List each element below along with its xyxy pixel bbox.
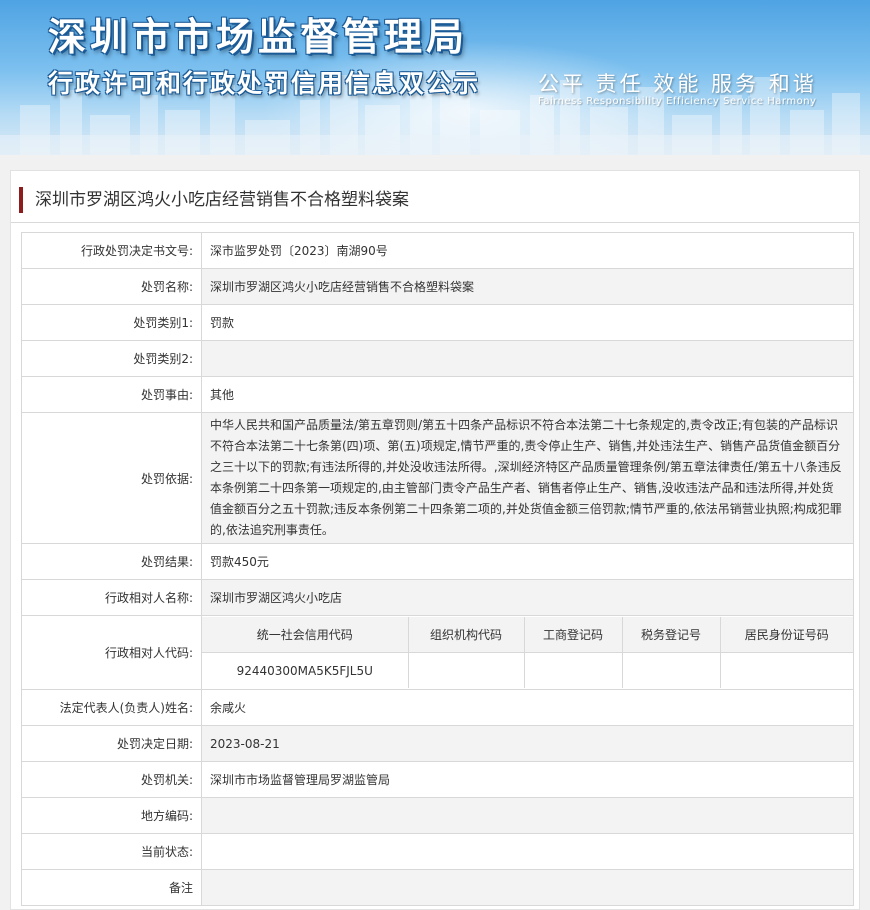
penalty-type1-value: 罚款: [201, 304, 854, 341]
status-label: 当前状态:: [21, 833, 202, 870]
party-name-value: 深圳市罗湖区鸿火小吃店: [201, 579, 854, 616]
party-code-label: 行政相对人代码:: [21, 615, 202, 690]
penalty-basis-label: 处罚依据:: [21, 412, 202, 544]
table-row: 处罚类别1: 罚款: [21, 304, 854, 341]
party-code-cell: 统一社会信用代码 组织机构代码 工商登记码 税务登记号 居民身份证号码 9244…: [201, 615, 854, 690]
code-header-org: 组织机构代码: [407, 617, 525, 653]
legal-rep-label: 法定代表人(负责人)姓名:: [21, 689, 202, 726]
authority-label: 处罚机关:: [21, 761, 202, 798]
region-code-label: 地方编码:: [21, 797, 202, 834]
table-row: 行政处罚决定书文号: 深市监罗处罚〔2023〕南湖90号: [21, 232, 854, 269]
penalty-name-value: 深圳市罗湖区鸿火小吃店经营销售不合格塑料袋案: [201, 268, 854, 305]
penalty-result-label: 处罚结果:: [21, 543, 202, 580]
party-code-table: 统一社会信用代码 组织机构代码 工商登记码 税务登记号 居民身份证号码 9244…: [202, 617, 853, 688]
code-header-business-reg: 工商登记码: [523, 617, 623, 653]
penalty-basis-value: 中华人民共和国产品质量法/第五章罚则/第五十四条产品标识不符合本法第二十七条规定…: [201, 412, 854, 544]
doc-no-value: 深市监罗处罚〔2023〕南湖90号: [201, 232, 854, 269]
header-banner: 深圳市市场监督管理局 行政许可和行政处罚信用信息双公示 公平 责任 效能 服务 …: [0, 0, 870, 155]
penalty-type2-label: 处罚类别2:: [21, 340, 202, 377]
table-row: 地方编码:: [21, 797, 854, 834]
penalty-type2-value: [201, 340, 854, 377]
banner-slogan-english: Fairness Responsibility Efficiency Servi…: [538, 96, 817, 107]
penalty-reason-value: 其他: [201, 376, 854, 413]
code-header-id-card: 居民身份证号码: [719, 617, 853, 653]
doc-no-label: 行政处罚决定书文号:: [21, 232, 202, 269]
authority-value: 深圳市市场监督管理局罗湖监管局: [201, 761, 854, 798]
code-header-tax: 税务登记号: [621, 617, 721, 653]
status-value: [201, 833, 854, 870]
table-row: 处罚名称: 深圳市罗湖区鸿火小吃店经营销售不合格塑料袋案: [21, 268, 854, 305]
code-value-credit: 92440300MA5K5FJL5U: [202, 652, 409, 688]
banner-subtitle: 行政许可和行政处罚信用信息双公示: [48, 69, 481, 98]
legal-rep-value: 余咸火: [201, 689, 854, 726]
penalty-reason-label: 处罚事由:: [21, 376, 202, 413]
code-header-row: 统一社会信用代码 组织机构代码 工商登记码 税务登记号 居民身份证号码: [202, 617, 853, 653]
table-row: 法定代表人(负责人)姓名: 余咸火: [21, 689, 854, 726]
penalty-name-label: 处罚名称:: [21, 268, 202, 305]
table-row: 处罚依据: 中华人民共和国产品质量法/第五章罚则/第五十四条产品标识不符合本法第…: [21, 412, 854, 544]
code-value-org: [407, 652, 525, 688]
code-value-business-reg: [523, 652, 623, 688]
region-code-value: [201, 797, 854, 834]
decision-date-label: 处罚决定日期:: [21, 725, 202, 762]
remark-label: 备注: [21, 869, 202, 906]
code-value-tax: [621, 652, 721, 688]
table-row: 处罚机关: 深圳市市场监督管理局罗湖监管局: [21, 761, 854, 798]
party-name-label: 行政相对人名称:: [21, 579, 202, 616]
remark-value: [201, 869, 854, 906]
banner-title: 深圳市市场监督管理局: [48, 15, 469, 59]
case-detail-card: 深圳市罗湖区鸿火小吃店经营销售不合格塑料袋案 行政处罚决定书文号: 深市监罗处罚…: [10, 170, 860, 910]
decision-date-value: 2023-08-21: [201, 725, 854, 762]
penalty-result-value: 罚款450元: [201, 543, 854, 580]
table-row: 当前状态:: [21, 833, 854, 870]
title-divider: [11, 222, 859, 223]
table-row: 行政相对人代码: 统一社会信用代码 组织机构代码 工商登记码 税务登记号 居民身…: [21, 615, 854, 690]
table-row: 处罚结果: 罚款450元: [21, 543, 854, 580]
code-value-id-card: [719, 652, 853, 688]
case-title: 深圳市罗湖区鸿火小吃店经营销售不合格塑料袋案: [19, 187, 409, 213]
table-row: 处罚决定日期: 2023-08-21: [21, 725, 854, 762]
code-value-row: 92440300MA5K5FJL5U: [202, 652, 853, 688]
table-row: 处罚类别2:: [21, 340, 854, 377]
code-header-credit: 统一社会信用代码: [202, 617, 409, 653]
table-row: 行政相对人名称: 深圳市罗湖区鸿火小吃店: [21, 579, 854, 616]
banner-slogan: 公平 责任 效能 服务 和谐: [538, 72, 817, 96]
table-row: 处罚事由: 其他: [21, 376, 854, 413]
penalty-type1-label: 处罚类别1:: [21, 304, 202, 341]
case-info-table: 行政处罚决定书文号: 深市监罗处罚〔2023〕南湖90号 处罚名称: 深圳市罗湖…: [21, 232, 854, 906]
table-row: 备注: [21, 869, 854, 906]
